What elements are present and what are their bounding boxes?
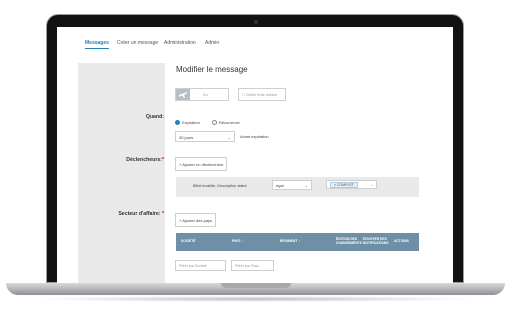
radio-selected-icon <box>175 120 180 126</box>
chevron-down-icon: ⌄ <box>370 183 373 187</box>
add-countries-button[interactable]: + Ajouter des pays <box>175 213 217 227</box>
toggle-thumb <box>176 89 190 100</box>
declencheurs-label: Déclencheurs:* <box>126 157 164 163</box>
operator-value: égal <box>276 183 284 188</box>
app-screen: Messages Créer un message Administration… <box>57 27 453 283</box>
label-column <box>78 63 165 283</box>
status-tag-chip[interactable]: × COMPLET <box>330 182 358 188</box>
quand-label: Quand: <box>145 114 164 120</box>
filter-pays-input[interactable]: Filtrer par Pays <box>231 260 274 271</box>
radio-expiration[interactable]: Expiration <box>175 120 200 126</box>
nav-item-messages[interactable]: Messages <box>85 40 109 46</box>
laptop-shadow <box>30 296 480 302</box>
toggle-value: Ko <box>203 92 208 97</box>
declencheurs-label-text: Déclencheurs: <box>126 157 162 163</box>
radio-unselected-icon <box>212 120 217 126</box>
table-header: SOCIÉTÉ PAYS ↓ RÉGIMENT ↓ ÉDITION DES CH… <box>176 233 419 251</box>
chevron-down-icon: ⌄ <box>304 183 308 188</box>
column-header-pays[interactable]: PAYS ↓ <box>232 239 243 243</box>
nav-item-admin[interactable]: Admin <box>205 40 219 46</box>
radio-expiration-label: Expiration <box>182 120 200 125</box>
status-tag-text: COMPLET <box>337 183 354 187</box>
column-header-regiment[interactable]: RÉGIMENT ↓ <box>280 239 300 243</box>
radio-recurrence[interactable]: Récurrence <box>212 120 240 126</box>
nav-active-indicator <box>85 48 109 49</box>
chevron-down-icon: ⌄ <box>227 135 231 140</box>
page-title: Modifier le message <box>176 65 248 74</box>
radio-recurrence-label: Récurrence <box>219 120 240 125</box>
before-expiration-text: Avant expiration <box>240 134 269 139</box>
unit-sheet-checkbox[interactable]: ☐ Définir fiche unitaire <box>238 88 286 101</box>
secteur-label: Secteur d'affaire: * <box>118 211 164 217</box>
laptop-frame: Messages Créer un message Administration… <box>0 0 511 315</box>
add-trigger-button[interactable]: + Ajouter un déclencheur <box>175 157 228 171</box>
trigger-condition-label: Billet invalidé, Description statut <box>193 184 247 188</box>
unit-sheet-label: Définir fiche unitaire <box>246 93 278 97</box>
duration-value: 30 jours <box>179 135 194 140</box>
nav-item-administration[interactable]: Administration <box>164 40 196 46</box>
laptop-notch <box>221 283 291 288</box>
message-toggle[interactable]: Ko <box>175 88 229 101</box>
status-tag-select[interactable]: × COMPLET ⌄ <box>326 180 377 189</box>
camera-icon <box>254 20 258 24</box>
operator-select[interactable]: égal ⌄ <box>272 180 312 190</box>
required-marker: * <box>161 157 164 163</box>
nav-item-create-message[interactable]: Créer un message <box>117 40 158 46</box>
column-header-notifications[interactable]: ENVOYER DES NOTIFICATIONS <box>363 237 393 245</box>
column-header-edition[interactable]: ÉDITION DES CHANGEMENTS <box>336 237 362 245</box>
column-header-societe[interactable]: SOCIÉTÉ <box>181 239 195 243</box>
secteur-label-text: Secteur d'affaire: <box>118 211 161 217</box>
airplane-icon <box>179 92 187 98</box>
column-header-actions: ACTIONS <box>394 239 409 243</box>
filter-societe-input[interactable]: Filtrer par Société <box>175 260 226 271</box>
top-nav: Messages Créer un message Administration… <box>57 27 453 57</box>
duration-select[interactable]: 30 jours ⌄ <box>175 131 235 142</box>
required-marker: * <box>161 211 164 217</box>
